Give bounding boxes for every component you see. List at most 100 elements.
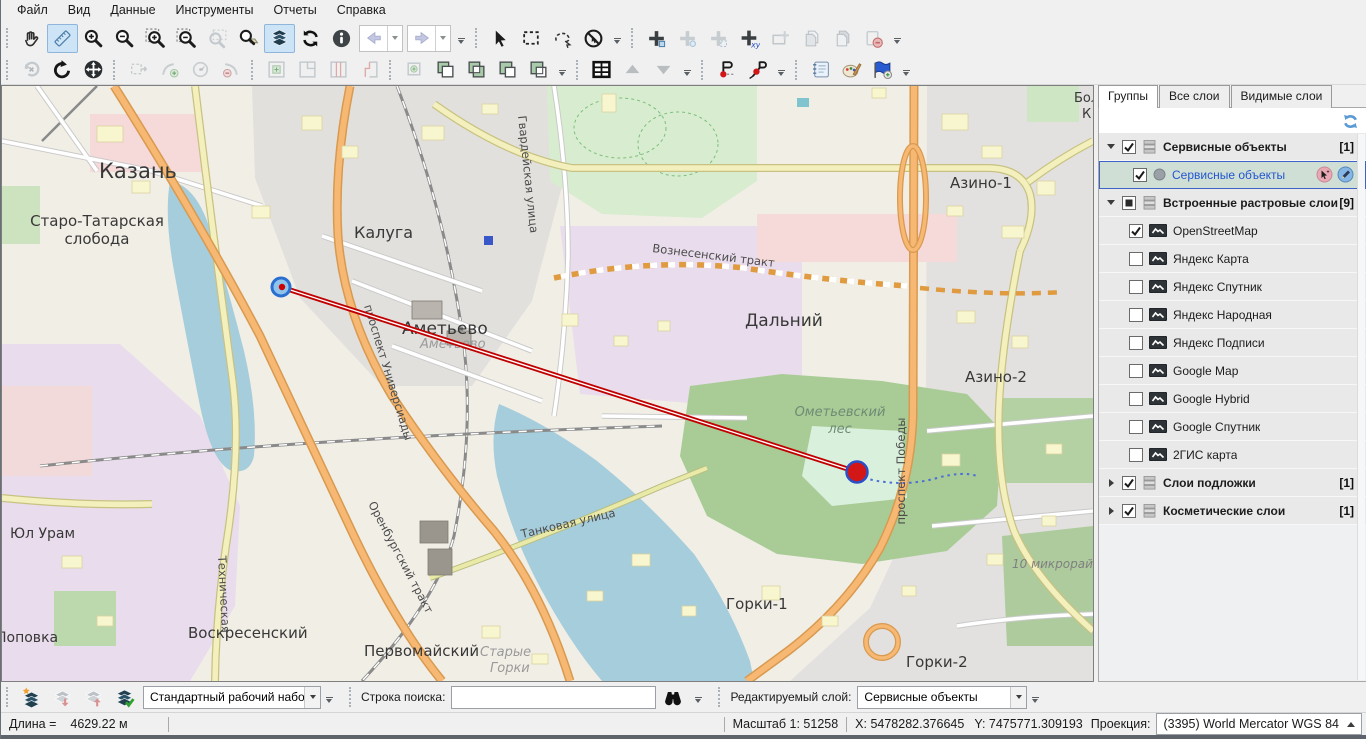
workset-select[interactable]: Стандартный рабочий набор xyxy=(143,686,321,709)
layer-row-google-satellite[interactable]: Google Спутник xyxy=(1099,413,1366,441)
topology-split-button-disabled[interactable] xyxy=(323,55,354,84)
layer-row-yandex-satellite[interactable]: Яндекс Спутник xyxy=(1099,273,1366,301)
layers-filter-bar[interactable] xyxy=(1098,107,1366,135)
checkbox-unchecked[interactable] xyxy=(1129,364,1143,378)
snap-to-point-button[interactable] xyxy=(711,55,742,84)
expand-arrow-icon[interactable] xyxy=(1107,507,1120,515)
map-viewport[interactable]: Казань Старо-Татарская слобода Калуга Ам… xyxy=(1,85,1094,682)
menu-view[interactable]: Вид xyxy=(58,1,101,20)
collapse-arrow-icon[interactable] xyxy=(1107,140,1120,153)
search-execute-button[interactable] xyxy=(656,683,690,712)
zoom-out-rect-button[interactable] xyxy=(171,24,202,53)
expand-arrow-icon[interactable] xyxy=(1107,479,1120,487)
toolbar-grip[interactable] xyxy=(6,28,11,48)
delete-object-button-disabled[interactable] xyxy=(858,24,889,53)
layers-panel-button[interactable] xyxy=(264,24,295,53)
layer-group-service-objects[interactable]: Сервисные объекты [1] xyxy=(1099,133,1366,161)
add-object-button[interactable] xyxy=(641,24,672,53)
select-tool-button[interactable] xyxy=(485,24,516,53)
measurement-end-point[interactable] xyxy=(847,462,868,483)
layer-group-cosmetic[interactable]: Косметические слои [1] xyxy=(1099,497,1366,525)
layer-row-2gis-map[interactable]: 2ГИС карта xyxy=(1099,441,1366,469)
navigate-forward-button[interactable] xyxy=(407,25,451,52)
menu-tools[interactable]: Инструменты xyxy=(166,1,264,20)
cancel-selection-button[interactable] xyxy=(578,24,609,53)
toolbar-overflow-button[interactable] xyxy=(556,59,568,81)
topology-edge-button-disabled[interactable] xyxy=(292,55,323,84)
checkbox-unchecked[interactable] xyxy=(1129,336,1143,350)
symmetric-difference-button[interactable] xyxy=(523,55,554,84)
refresh-layers-icon[interactable] xyxy=(1341,112,1360,131)
menu-help[interactable]: Справка xyxy=(327,1,396,20)
undo-button-disabled[interactable] xyxy=(16,55,47,84)
pan-tool-button[interactable] xyxy=(16,24,47,53)
toolbar-grip[interactable] xyxy=(6,687,11,707)
refresh-map-button[interactable] xyxy=(295,24,326,53)
collapse-arrow-icon[interactable] xyxy=(1107,196,1120,209)
rotate-object-button[interactable] xyxy=(47,55,78,84)
toolbar-overflow-button[interactable] xyxy=(1029,686,1041,708)
layer-row-yandex-public[interactable]: Яндекс Народная xyxy=(1099,301,1366,329)
layer-group-builtin-rasters[interactable]: Встроенные растровые слои [9] xyxy=(1099,189,1366,217)
toolbar-overflow-button[interactable] xyxy=(323,686,335,708)
snap-to-line-button[interactable] xyxy=(742,55,773,84)
move-up-button-disabled[interactable] xyxy=(617,55,648,84)
journal-button[interactable] xyxy=(805,55,836,84)
arc-remove-button-disabled[interactable] xyxy=(216,55,247,84)
toolbar-grip[interactable] xyxy=(475,28,480,48)
toolbar-grip[interactable] xyxy=(718,687,723,707)
map-canvas[interactable]: Казань Старо-Татарская слобода Калуга Ам… xyxy=(2,86,1093,681)
stretch-rect-button-disabled[interactable] xyxy=(123,55,154,84)
forward-history-dropdown[interactable] xyxy=(435,26,450,51)
toolbar-grip[interactable] xyxy=(795,60,800,80)
toolbar-overflow-button[interactable] xyxy=(611,27,623,49)
search-input[interactable] xyxy=(451,686,656,709)
select-lasso-button[interactable] xyxy=(547,24,578,53)
add-node-button-disabled[interactable] xyxy=(672,24,703,53)
add-vertex-button-disabled[interactable] xyxy=(703,24,734,53)
checkbox-unchecked[interactable] xyxy=(1129,420,1143,434)
attribute-table-button[interactable] xyxy=(586,55,617,84)
checkbox-checked[interactable] xyxy=(1133,168,1147,182)
tab-visible-layers[interactable]: Видимые слои xyxy=(1231,85,1333,108)
checkbox-checked[interactable] xyxy=(1122,504,1136,518)
checkbox-checked[interactable] xyxy=(1129,224,1143,238)
zoom-previous-button[interactable] xyxy=(202,24,233,53)
menu-data[interactable]: Данные xyxy=(100,1,165,20)
arc-add-button-disabled[interactable] xyxy=(154,55,185,84)
geometry-add-button-disabled[interactable] xyxy=(399,55,430,84)
menu-reports[interactable]: Отчеты xyxy=(263,1,326,20)
toolbar-overflow-button[interactable] xyxy=(775,59,787,81)
add-by-coordinates-button[interactable]: xy xyxy=(734,24,765,53)
toolbar-overflow-button[interactable] xyxy=(692,686,704,708)
map-style-button[interactable] xyxy=(836,55,867,84)
layer-row-yandex-labels[interactable]: Яндекс Подписи xyxy=(1099,329,1366,357)
toolbar-grip[interactable] xyxy=(6,60,11,80)
checkbox-unchecked[interactable] xyxy=(1129,448,1143,462)
select-objects-action-icon[interactable] xyxy=(1316,166,1333,183)
checkbox-unchecked[interactable] xyxy=(1129,392,1143,406)
move-object-button[interactable] xyxy=(78,55,109,84)
scale-indicator[interactable]: Масштаб 1: 51258 xyxy=(733,717,839,731)
new-workset-button[interactable] xyxy=(16,683,47,712)
apply-workset-button[interactable] xyxy=(109,683,140,712)
toolbar-grip[interactable] xyxy=(576,60,581,80)
toolbar-overflow-button[interactable] xyxy=(681,59,693,81)
edit-layer-select-arrow[interactable] xyxy=(1010,687,1026,708)
info-tool-button[interactable] xyxy=(326,24,357,53)
checkbox-partial[interactable] xyxy=(1122,196,1136,210)
move-down-button-disabled[interactable] xyxy=(648,55,679,84)
topology-create-button-disabled[interactable] xyxy=(261,55,292,84)
back-history-dropdown[interactable] xyxy=(387,26,402,51)
checkbox-unchecked[interactable] xyxy=(1129,280,1143,294)
direction-button-disabled[interactable] xyxy=(185,55,216,84)
projection-select[interactable]: (3395) World Mercator WGS 84 xyxy=(1156,713,1362,735)
paste-object-button-disabled[interactable] xyxy=(827,24,858,53)
export-button[interactable] xyxy=(867,55,898,84)
navigate-back-button[interactable] xyxy=(359,25,403,52)
intersect-objects-button[interactable] xyxy=(461,55,492,84)
toolbar-overflow-button[interactable] xyxy=(455,27,467,49)
topology-cut-button-disabled[interactable] xyxy=(354,55,385,84)
measure-ruler-button[interactable] xyxy=(47,24,78,53)
save-workset-button-disabled[interactable] xyxy=(78,683,109,712)
